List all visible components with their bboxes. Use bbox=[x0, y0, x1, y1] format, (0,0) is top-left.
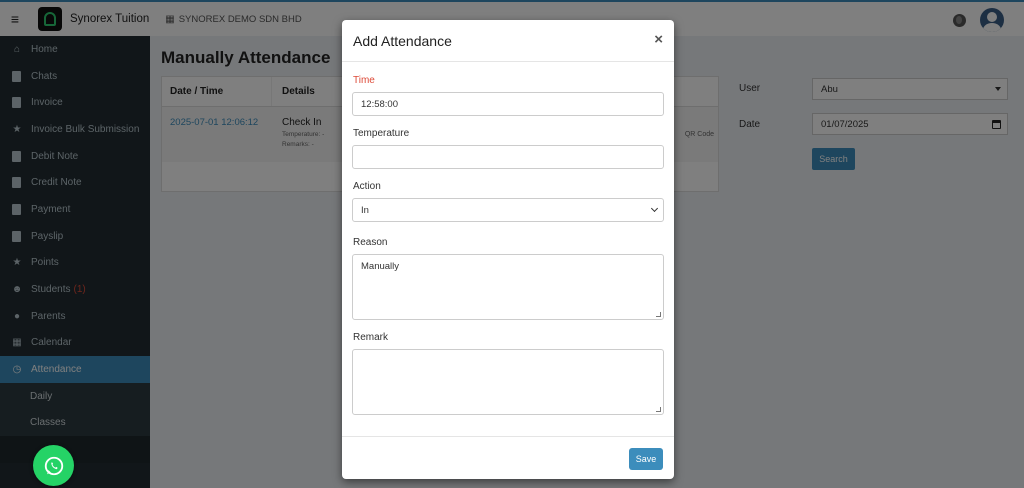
remark-label: Remark bbox=[353, 332, 389, 343]
save-button[interactable]: Save bbox=[629, 448, 663, 470]
time-input[interactable]: 12:58:00 bbox=[352, 92, 664, 116]
resize-handle-icon[interactable] bbox=[656, 407, 661, 412]
modal-footer: Save bbox=[342, 436, 674, 479]
time-label: Time bbox=[353, 75, 375, 86]
temperature-label: Temperature bbox=[353, 128, 410, 139]
close-icon[interactable]: × bbox=[654, 31, 663, 48]
whatsapp-button[interactable] bbox=[33, 445, 74, 486]
modal-header: Add Attendance × bbox=[342, 20, 674, 62]
action-select[interactable]: In bbox=[352, 198, 664, 222]
modal-title: Add Attendance bbox=[353, 33, 452, 49]
whatsapp-icon bbox=[44, 456, 63, 475]
temperature-input[interactable] bbox=[352, 145, 664, 169]
reason-label: Reason bbox=[353, 237, 388, 248]
remark-textarea[interactable] bbox=[352, 349, 664, 415]
action-select-value: In bbox=[361, 205, 369, 216]
reason-textarea-value: Manually bbox=[361, 261, 400, 272]
action-label: Action bbox=[353, 181, 381, 192]
add-attendance-modal: Add Attendance × Time 12:58:00 Temperatu… bbox=[342, 20, 674, 479]
resize-handle-icon[interactable] bbox=[656, 312, 661, 317]
chevron-down-icon bbox=[650, 204, 659, 213]
reason-textarea[interactable]: Manually bbox=[352, 254, 664, 320]
